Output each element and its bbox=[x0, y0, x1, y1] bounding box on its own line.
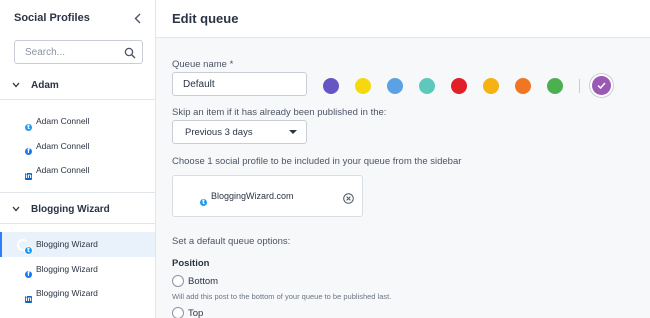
group-adam-header[interactable]: Adam bbox=[0, 71, 155, 99]
divider bbox=[0, 191, 155, 193]
search-icon[interactable] bbox=[124, 46, 136, 59]
default-options-label: Set a default queue options: bbox=[172, 236, 291, 247]
skip-period-value: Previous 3 days bbox=[185, 126, 253, 138]
profile-item-bw-twitter[interactable]: t Blogging Wizard bbox=[0, 232, 155, 257]
color-swatch-blue[interactable] bbox=[387, 77, 403, 94]
caret-down-icon bbox=[289, 130, 297, 134]
twitter-icon: t bbox=[24, 245, 33, 255]
search-input[interactable] bbox=[25, 46, 124, 58]
color-swatch-yellow[interactable] bbox=[355, 77, 371, 94]
chevron-down-icon bbox=[12, 204, 22, 215]
skip-label: Skip an item if it has already been publ… bbox=[172, 107, 387, 118]
skip-period-select[interactable]: Previous 3 days bbox=[172, 120, 307, 144]
profile-item-bw-facebook[interactable]: f Blogging Wizard bbox=[0, 257, 155, 282]
linkedin-icon: in bbox=[24, 171, 33, 181]
group-name: Blogging Wizard bbox=[31, 203, 110, 215]
facebook-icon: f bbox=[24, 270, 33, 280]
profile-name: Blogging Wizard bbox=[36, 263, 98, 274]
radio-button[interactable] bbox=[172, 275, 184, 287]
selected-profile-card: t BloggingWizard.com bbox=[172, 175, 363, 217]
profile-name: Blogging Wizard bbox=[36, 288, 98, 299]
sidebar: Social Profiles Adam t Adam Connell f Ad… bbox=[0, 0, 156, 318]
color-picker bbox=[323, 76, 627, 95]
position-bottom-hint: Will add this post to the bottom of your… bbox=[172, 292, 392, 301]
profile-name: Adam Connell bbox=[36, 140, 90, 151]
choose-profile-label: Choose 1 social profile to be included i… bbox=[172, 156, 462, 167]
color-swatch-orange[interactable] bbox=[515, 77, 531, 94]
avatar: f bbox=[13, 260, 33, 280]
position-bottom-option[interactable]: Bottom bbox=[172, 275, 218, 287]
avatar: t bbox=[13, 113, 33, 132]
color-swatch-violet-selected[interactable] bbox=[592, 76, 611, 95]
divider bbox=[579, 78, 580, 93]
profile-item-adam-facebook[interactable]: f Adam Connell bbox=[0, 134, 155, 159]
linkedin-icon: in bbox=[24, 294, 33, 304]
profile-search bbox=[14, 40, 143, 64]
group-name: Adam bbox=[31, 79, 59, 91]
twitter-icon: t bbox=[24, 122, 33, 132]
profile-item-adam-twitter[interactable]: t Adam Connell bbox=[0, 109, 155, 134]
chevron-down-icon bbox=[12, 80, 22, 91]
group-blogging-wizard-header[interactable]: Blogging Wizard bbox=[0, 195, 155, 223]
profile-name: Adam Connell bbox=[36, 165, 90, 176]
sidebar-header: Social Profiles bbox=[0, 0, 155, 36]
radio-label: Top bbox=[188, 307, 204, 318]
avatar: f bbox=[13, 137, 33, 157]
remove-profile-icon[interactable] bbox=[343, 191, 354, 204]
checkmark-icon bbox=[597, 82, 606, 89]
sidebar-title: Social Profiles bbox=[14, 12, 90, 24]
profile-name: Blogging Wizard bbox=[36, 239, 98, 250]
avatar: t bbox=[13, 236, 33, 255]
color-swatch-teal[interactable] bbox=[419, 77, 435, 94]
profile-name: Adam Connell bbox=[36, 116, 90, 127]
radio-button[interactable] bbox=[172, 307, 184, 318]
color-swatch-purple[interactable] bbox=[323, 77, 339, 94]
profile-item-adam-linkedin[interactable]: in Adam Connell bbox=[0, 158, 155, 183]
queue-name-input[interactable] bbox=[172, 72, 307, 96]
selected-profile-name: BloggingWizard.com bbox=[211, 191, 294, 201]
avatar: t bbox=[188, 188, 208, 207]
twitter-icon: t bbox=[199, 197, 208, 207]
color-swatch-amber[interactable] bbox=[483, 77, 499, 94]
page-title: Edit queue bbox=[156, 0, 650, 38]
edit-queue-panel: Edit queue Queue name * Skip an item if … bbox=[156, 0, 650, 318]
color-swatch-green[interactable] bbox=[547, 77, 563, 94]
radio-label: Bottom bbox=[188, 275, 219, 287]
position-label: Position bbox=[172, 258, 210, 269]
collapse-sidebar-icon[interactable] bbox=[131, 12, 143, 24]
avatar: in bbox=[13, 285, 33, 304]
avatar: in bbox=[13, 162, 33, 181]
color-swatch-red[interactable] bbox=[451, 77, 467, 94]
position-top-option[interactable]: Top bbox=[172, 307, 203, 318]
facebook-icon: f bbox=[24, 147, 33, 157]
queue-name-label: Queue name * bbox=[172, 59, 234, 70]
profile-item-bw-linkedin[interactable]: in Blogging Wizard bbox=[0, 281, 155, 306]
